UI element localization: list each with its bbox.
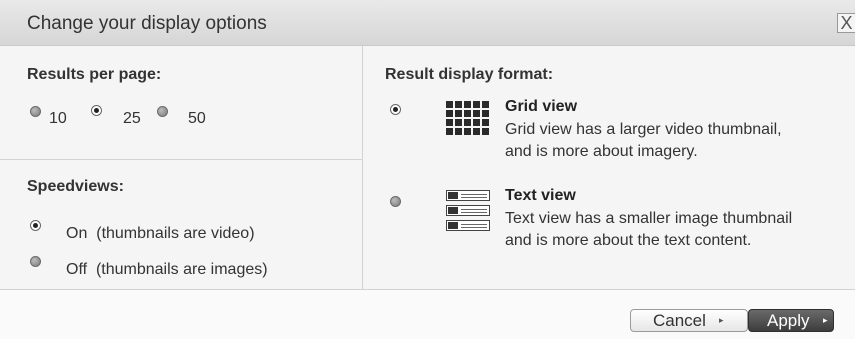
results-10-radio[interactable]: [30, 106, 41, 117]
display-format-column: Result display format: Grid view Grid vi…: [363, 46, 855, 289]
results-50-radio[interactable]: [157, 106, 168, 117]
apply-button[interactable]: Apply ▸: [748, 309, 834, 332]
grid-view-radio[interactable]: [390, 104, 401, 115]
text-view-description-line2: and is more about the text content.: [505, 232, 752, 249]
dialog-titlebar: Change your display options X: [0, 0, 855, 46]
grid-view-icon: [446, 101, 491, 137]
speedviews-on-label: On (thumbnails are video): [66, 225, 255, 242]
apply-button-label: Apply: [767, 311, 810, 330]
results-25-radio[interactable]: [91, 105, 102, 116]
dialog-footer: Cancel ▸ Apply ▸: [0, 289, 855, 339]
results-25-label: 25: [123, 110, 141, 127]
speedviews-on-radio[interactable]: [30, 220, 41, 231]
cancel-arrow-icon: ▸: [719, 315, 724, 325]
speedviews-label: Speedviews:: [27, 178, 124, 195]
text-view-description-line1: Text view has a smaller image thumbnail: [505, 210, 793, 227]
close-icon: X: [840, 13, 853, 33]
apply-arrow-icon: ▸: [823, 315, 828, 325]
close-button[interactable]: X: [837, 13, 855, 33]
speedviews-off-label: Off (thumbnails are images): [66, 261, 268, 278]
results-per-page-section: Results per page: 10 25 50: [0, 46, 362, 160]
cancel-button-label: Cancel: [653, 311, 706, 330]
speedviews-off-radio[interactable]: [30, 256, 41, 267]
results-10-label: 10: [49, 110, 67, 127]
results-50-label: 50: [188, 110, 206, 127]
display-format-label: Result display format:: [385, 66, 554, 83]
grid-view-description-line2: and is more about imagery.: [505, 143, 698, 160]
dialog-title: Change your display options: [27, 13, 267, 34]
text-view-icon: [446, 190, 492, 234]
results-per-page-label: Results per page:: [27, 66, 162, 83]
text-view-title: Text view: [505, 187, 576, 204]
grid-view-description-line1: Grid view has a larger video thumbnail,: [505, 121, 782, 138]
display-options-dialog: Change your display options X Results pe…: [0, 0, 855, 339]
left-options-column: Results per page: 10 25 50 Speedviews: O…: [0, 46, 363, 289]
grid-view-title: Grid view: [505, 98, 578, 115]
cancel-button[interactable]: Cancel ▸: [630, 309, 748, 332]
text-view-radio[interactable]: [390, 196, 401, 207]
